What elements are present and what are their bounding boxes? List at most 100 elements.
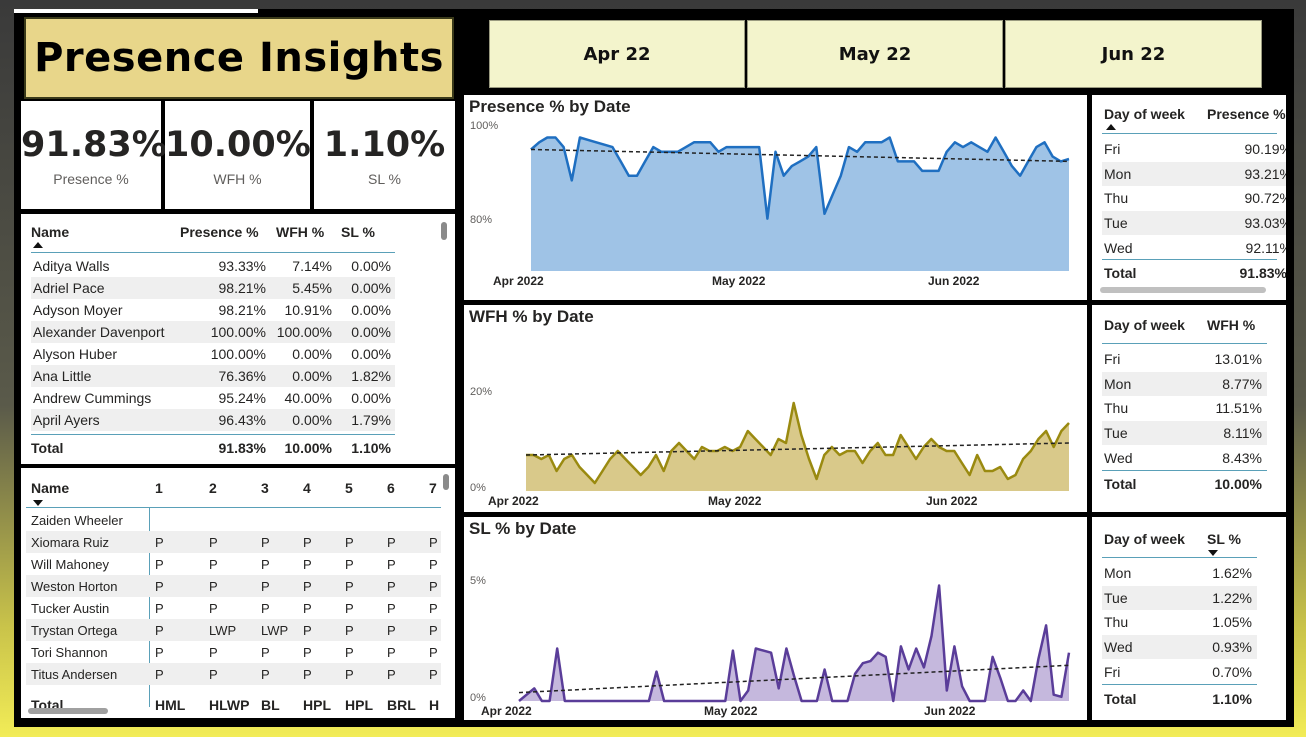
- matrix-scrollbar-vertical[interactable]: [443, 474, 449, 490]
- matrix-total-value: HLWP: [209, 697, 250, 713]
- matrix-row[interactable]: Trystan Ortega P LWP LWP P P P P: [26, 619, 441, 641]
- total-value: 10.00%: [1214, 476, 1262, 492]
- table-row[interactable]: Ana Little 76.36% 0.00% 1.82%: [31, 365, 395, 387]
- matrix-status: P: [155, 534, 164, 550]
- dow-row[interactable]: Fri 0.70%: [1102, 660, 1257, 684]
- sort-up-icon: [1106, 124, 1116, 130]
- matrix-col-header-day[interactable]: 7: [429, 480, 437, 496]
- employee-table: Name Presence % WFH % SL % Aditya Walls 9…: [21, 214, 455, 464]
- day-label: Tue: [1104, 589, 1128, 606]
- matrix-row[interactable]: Titus Andersen P P P P P P P: [26, 663, 441, 685]
- dow-row[interactable]: Wed 0.93%: [1102, 635, 1257, 660]
- dow-sl-table: Day of week SL % Mon 1.62% Tue 1.22% Thu 1.05…: [1092, 517, 1286, 720]
- matrix-status: P: [345, 644, 354, 660]
- table-row[interactable]: Aditya Walls 93.33% 7.14% 0.00%: [31, 255, 395, 277]
- matrix-name: Titus Andersen: [31, 666, 118, 682]
- table-row[interactable]: Andrew Cummings 95.24% 40.00% 0.00%: [31, 387, 395, 409]
- matrix-status: P: [387, 644, 396, 660]
- dow-row[interactable]: Wed 8.43%: [1102, 446, 1267, 470]
- matrix-status: P: [261, 534, 270, 550]
- dow-row[interactable]: Tue 93.03%: [1102, 211, 1286, 236]
- dow-row[interactable]: Mon 93.21%: [1102, 161, 1286, 186]
- sort-down-icon: [33, 500, 43, 506]
- day-label: Wed: [1104, 639, 1133, 656]
- sl-chart-svg: 5% 0%Apr 2022 May 2022 Jun 2022: [470, 575, 1071, 718]
- dow-row[interactable]: Fri 13.01%: [1102, 347, 1267, 371]
- table-row[interactable]: Adyson Moyer 98.21% 10.91% 0.00%: [31, 299, 395, 321]
- wfh-chart: WFH % by Date 20% 0% Apr 2022 May 2022 Jun 2…: [464, 305, 1087, 512]
- presence-value: 100.00%: [210, 346, 266, 362]
- matrix-col-header-day[interactable]: 6: [387, 480, 395, 496]
- table-row[interactable]: Adriel Pace 98.21% 5.45% 0.00%: [31, 277, 395, 299]
- table-row[interactable]: Alyson Huber 100.00% 0.00% 0.00%: [31, 343, 395, 365]
- day-value: 1.62%: [1212, 565, 1252, 581]
- matrix-row[interactable]: Xiomara Ruiz P P P P P P P: [26, 531, 441, 553]
- presence-value: 100.00%: [210, 324, 266, 340]
- table-row[interactable]: April Ayers 96.43% 0.00% 1.79%: [31, 409, 395, 431]
- matrix-col-header-day[interactable]: 2: [209, 480, 217, 496]
- total-value: 1.10%: [1212, 691, 1252, 707]
- matrix-status: P: [303, 534, 312, 550]
- table-row[interactable]: Alexander Davenport 100.00% 100.00% 0.00%: [31, 321, 395, 343]
- dow-row[interactable]: Thu 1.05%: [1102, 610, 1257, 634]
- sl-value: 1.82%: [351, 368, 391, 384]
- total-sl: 1.10%: [351, 440, 391, 456]
- matrix-status: P: [429, 644, 438, 660]
- matrix-status: P: [303, 578, 312, 594]
- dow-row[interactable]: Thu 90.72%: [1102, 186, 1286, 210]
- matrix-row[interactable]: Tori Shannon P P P P P P P: [26, 641, 441, 663]
- dow-row[interactable]: Tue 1.22%: [1102, 585, 1257, 610]
- day-value: 11.51%: [1215, 400, 1262, 417]
- day-label: Thu: [1104, 190, 1129, 207]
- matrix-col-header-day[interactable]: 3: [261, 480, 269, 496]
- dow-row[interactable]: Thu 11.51%: [1102, 396, 1267, 420]
- matrix-col-header-day[interactable]: 1: [155, 480, 163, 496]
- sl-value: 0.00%: [351, 346, 391, 362]
- matrix-row[interactable]: Weston Horton P P P P P P P: [26, 575, 441, 597]
- matrix-col-header-day[interactable]: 4: [303, 480, 311, 496]
- col-header-presence[interactable]: Presence %: [180, 224, 259, 240]
- employee-name: Adyson Moyer: [33, 302, 123, 318]
- presence-value: 93.33%: [218, 258, 266, 274]
- matrix-col-header-day[interactable]: 5: [345, 480, 353, 496]
- day-value: 13.01%: [1214, 351, 1262, 367]
- col-header-day[interactable]: Day of week: [1104, 531, 1185, 547]
- matrix-row[interactable]: Will Mahoney P P P P P P P: [26, 553, 441, 575]
- col-header-name[interactable]: Name: [31, 224, 69, 240]
- dow-scrollbar-horizontal[interactable]: [1100, 287, 1266, 293]
- month-button-apr[interactable]: Apr 22: [489, 20, 745, 88]
- col-header-sl[interactable]: SL %: [1207, 531, 1241, 547]
- matrix-status: P: [209, 644, 218, 660]
- dow-row[interactable]: Fri 90.19%: [1102, 137, 1286, 161]
- employee-name: Adriel Pace: [33, 280, 105, 296]
- dow-row[interactable]: Tue 8.11%: [1102, 421, 1267, 446]
- month-button-may[interactable]: May 22: [747, 20, 1003, 88]
- matrix-col-header-name[interactable]: Name: [31, 480, 69, 496]
- col-header-day[interactable]: Day of week: [1104, 317, 1185, 333]
- col-header-wfh[interactable]: WFH %: [1207, 317, 1255, 333]
- matrix-status: P: [303, 600, 312, 616]
- day-value: 0.93%: [1212, 639, 1252, 656]
- wfh-value: 10.91%: [284, 302, 332, 318]
- matrix-scrollbar-horizontal[interactable]: [28, 708, 108, 714]
- kpi-label: WFH %: [213, 171, 262, 187]
- matrix-status: P: [155, 622, 164, 638]
- matrix-row[interactable]: Zaiden Wheeler: [26, 509, 441, 531]
- col-header-wfh[interactable]: WFH %: [276, 224, 324, 240]
- table-scrollbar[interactable]: [441, 222, 447, 240]
- total-divider: [31, 434, 395, 435]
- dow-row[interactable]: Mon 8.77%: [1102, 371, 1267, 396]
- dow-row[interactable]: Wed 92.11%: [1102, 236, 1286, 260]
- area-fill: [519, 585, 1069, 701]
- col-header-presence[interactable]: Presence %: [1207, 106, 1286, 122]
- matrix-row[interactable]: Tucker Austin P P P P P P P: [26, 597, 441, 619]
- col-header-day[interactable]: Day of week: [1104, 106, 1185, 122]
- dow-wfh-table: Day of week WFH % Fri 13.01% Mon 8.77% Thu 11…: [1092, 305, 1286, 512]
- month-button-jun[interactable]: Jun 22: [1005, 20, 1262, 88]
- col-header-sl[interactable]: SL %: [341, 224, 375, 240]
- dow-row[interactable]: Mon 1.62%: [1102, 561, 1257, 585]
- day-label: Fri: [1104, 663, 1121, 680]
- day-label: Thu: [1104, 614, 1129, 631]
- kpi-card-sl: 1.10% SL %: [314, 101, 455, 209]
- x-tick-label: Jun 2022: [926, 494, 978, 508]
